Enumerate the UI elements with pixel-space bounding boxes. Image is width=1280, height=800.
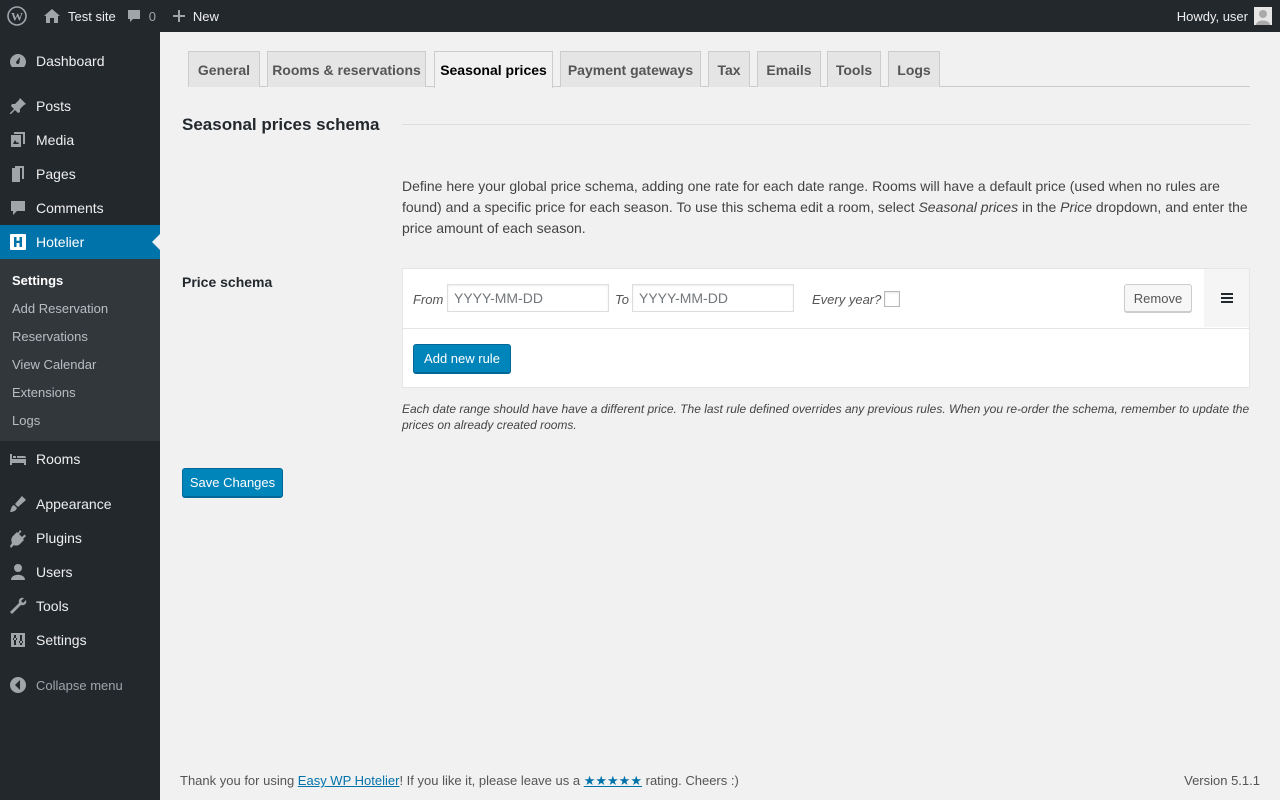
menu-plugins[interactable]: Plugins [0, 521, 160, 555]
price-schema-label: Price schema [182, 274, 273, 290]
section-title: Seasonal prices schema [182, 115, 380, 134]
new-content-link[interactable]: New [166, 0, 227, 32]
settings-tabs: General Rooms & reservations Seasonal pr… [188, 51, 1250, 88]
user-icon [0, 562, 36, 582]
menu-label: Hotelier [36, 234, 85, 250]
new-label: New [192, 8, 219, 24]
media-icon [0, 130, 36, 150]
add-new-rule-button[interactable]: Add new rule [413, 344, 511, 373]
menu-label: Media [36, 132, 75, 148]
tab-rooms-reservations[interactable]: Rooms & reservations [267, 51, 426, 87]
collapse-label: Collapse menu [36, 677, 123, 693]
hotelier-submenu: Settings Add Reservation Reservations Vi… [0, 259, 160, 441]
settings-icon [0, 630, 36, 650]
dashboard-icon [0, 51, 36, 71]
tab-emails[interactable]: Emails [757, 51, 821, 87]
menu-label: Dashboard [36, 53, 105, 69]
menu-tools[interactable]: Tools [0, 589, 160, 623]
admin-bar: W Test site 0 New Howdy, user [0, 0, 1280, 32]
tab-tools[interactable]: Tools [827, 51, 881, 87]
menu-label: Comments [36, 200, 104, 216]
menu-label: Tools [36, 598, 69, 614]
menu-label: Users [36, 564, 73, 580]
active-arrow [152, 234, 160, 250]
submenu-reservations[interactable]: Reservations [12, 329, 88, 344]
tab-seasonal-prices[interactable]: Seasonal prices [434, 51, 553, 88]
comments-link[interactable]: 0 [126, 0, 166, 32]
menu-users[interactable]: Users [0, 555, 160, 589]
schema-rule-row: From YYYY-MM-DD To YYYY-MM-DD Every year… [403, 269, 1249, 329]
section-divider [402, 124, 1250, 125]
svg-text:W: W [11, 10, 23, 24]
admin-sidebar: Dashboard Posts Media Pages Comments Hot… [0, 32, 160, 800]
menu-dashboard[interactable]: Dashboard [0, 44, 160, 78]
menu-rooms[interactable]: Rooms [0, 442, 160, 476]
site-name: Test site [68, 8, 116, 24]
tab-logs[interactable]: Logs [888, 51, 940, 87]
comment-icon [127, 10, 140, 22]
menu-appearance[interactable]: Appearance [0, 487, 160, 521]
brush-icon [0, 494, 36, 514]
price-schema-table: From YYYY-MM-DD To YYYY-MM-DD Every year… [402, 268, 1250, 388]
footer-thanks: Thank you for using Easy WP Hotelier! If… [180, 773, 739, 788]
menu-label: Posts [36, 98, 72, 114]
my-account[interactable]: Howdy, user [1177, 0, 1280, 32]
pin-icon [0, 96, 36, 116]
tab-payment-gateways[interactable]: Payment gateways [560, 51, 701, 87]
every-year-checkbox[interactable] [884, 291, 900, 307]
submenu-extensions[interactable]: Extensions [12, 385, 76, 400]
plus-icon [172, 10, 185, 22]
save-changes-button[interactable]: Save Changes [182, 468, 283, 497]
main-content: General Rooms & reservations Seasonal pr… [160, 32, 1280, 800]
wordpress-logo-icon[interactable]: W [0, 0, 34, 32]
rating-stars-link[interactable]: ★★★★★ [584, 773, 642, 788]
from-date-input[interactable]: YYYY-MM-DD [447, 284, 609, 312]
site-name-link[interactable]: Test site [34, 0, 126, 32]
every-year-label: Every year? [812, 292, 882, 307]
submenu-add-reservation[interactable]: Add Reservation [12, 301, 108, 316]
comments-count: 0 [148, 8, 156, 24]
from-label: From [413, 292, 444, 307]
menu-media[interactable]: Media [0, 123, 160, 157]
menu-label: Plugins [36, 530, 82, 546]
footer-version: Version 5.1.1 [1184, 773, 1260, 788]
greeting: Howdy, user [1176, 8, 1248, 24]
remove-rule-button[interactable]: Remove [1124, 284, 1192, 312]
plug-icon [0, 528, 36, 548]
collapse-arrow-icon [0, 676, 36, 694]
easy-wp-hotelier-link[interactable]: Easy WP Hotelier [298, 773, 400, 788]
menu-settings[interactable]: Settings [0, 623, 160, 657]
menu-label: Appearance [36, 496, 112, 512]
menu-lines-icon [1220, 293, 1233, 303]
menu-hotelier[interactable]: Hotelier [0, 225, 160, 259]
submenu-view-calendar[interactable]: View Calendar [12, 357, 96, 372]
drag-handle[interactable] [1204, 269, 1249, 327]
menu-label: Settings [36, 632, 87, 648]
home-icon [44, 9, 60, 23]
tab-tax[interactable]: Tax [708, 51, 750, 87]
avatar [1254, 7, 1272, 25]
bed-icon [0, 449, 36, 469]
comment-icon [0, 198, 36, 218]
menu-posts[interactable]: Posts [0, 89, 160, 123]
collapse-menu-button[interactable]: Collapse menu [0, 668, 160, 702]
wrench-icon [0, 596, 36, 616]
hotelier-icon [0, 233, 36, 251]
schema-help-text: Each date range should have have a diffe… [402, 402, 1250, 432]
tab-general[interactable]: General [188, 51, 260, 87]
to-date-input[interactable]: YYYY-MM-DD [632, 284, 794, 312]
section-description: Define here your global price schema, ad… [402, 178, 1248, 236]
menu-label: Pages [36, 166, 76, 182]
menu-label: Rooms [36, 451, 81, 467]
pages-icon [0, 164, 36, 184]
submenu-settings[interactable]: Settings [12, 273, 63, 288]
submenu-logs[interactable]: Logs [12, 413, 40, 428]
to-label: To [615, 292, 629, 307]
menu-pages[interactable]: Pages [0, 157, 160, 191]
menu-comments[interactable]: Comments [0, 191, 160, 225]
